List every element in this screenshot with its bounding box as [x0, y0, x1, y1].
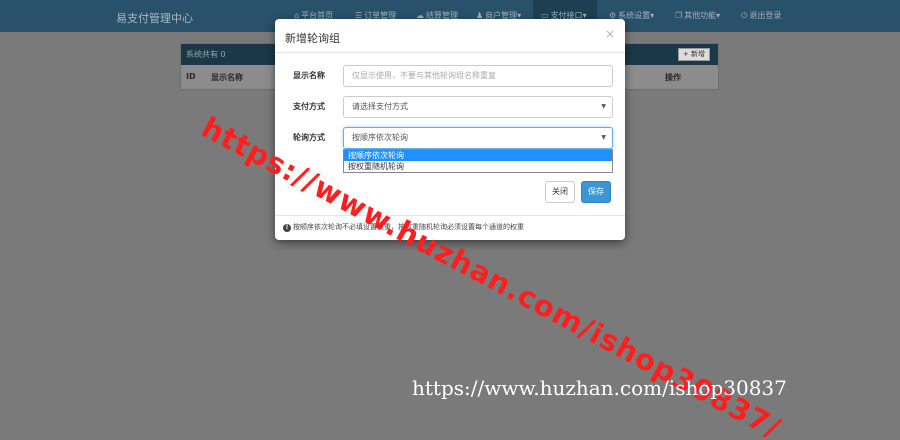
mode-option-weighted[interactable]: 按权重随机轮询 [344, 161, 612, 172]
record-count: 系统共有 0 [186, 50, 226, 59]
brand-title[interactable]: 易支付管理中心 [116, 10, 193, 26]
chevron-down-icon: ▾ [716, 11, 721, 20]
nav-item-label: 退出登录 [749, 11, 782, 20]
nav-item-logout[interactable]: ⏻ 退出登录 [741, 0, 781, 32]
bottom-watermark: https://www.huzhan.com/ishop30837 [412, 376, 787, 400]
box-icon: ❒ [675, 11, 683, 20]
caret-down-icon: ▼ [601, 134, 606, 141]
modal-footer-divider [275, 215, 625, 216]
column-id: ID [186, 72, 196, 81]
modal-header-divider [275, 52, 625, 53]
mode-option-sequential[interactable]: 按顺序依次轮询 [344, 150, 612, 161]
close-icon[interactable]: × [605, 27, 615, 41]
paytype-label: 支付方式 [293, 102, 325, 111]
power-icon: ⏻ [741, 11, 748, 20]
paytype-value: 请选择支付方式 [352, 102, 408, 111]
mode-label: 轮询方式 [293, 133, 325, 142]
mode-value: 按顺序依次轮询 [352, 133, 408, 142]
mode-select[interactable]: 按顺序依次轮询 ▼ [343, 127, 613, 149]
info-icon: ! [283, 224, 291, 232]
name-label: 显示名称 [293, 71, 325, 80]
name-input[interactable]: 仅显示使用，不要与其他轮询组名称重复 [343, 65, 613, 87]
caret-down-icon: ▼ [601, 103, 606, 110]
paytype-select[interactable]: 请选择支付方式 ▼ [343, 96, 613, 118]
column-action: 操作 [665, 73, 681, 82]
add-button[interactable]: + 新增 [677, 48, 710, 61]
modal-title: 新增轮询组 [285, 32, 340, 45]
chevron-down-icon: ▾ [650, 11, 655, 20]
mode-dropdown-list: 按顺序依次轮询 按权重随机轮询 [343, 149, 613, 173]
nav-item-label: 其他功能 [684, 11, 717, 20]
close-button[interactable]: 关闭 [545, 181, 575, 203]
save-button[interactable]: 保存 [581, 181, 611, 203]
nav-item-other[interactable]: ❒ 其他功能 ▾ [675, 0, 722, 32]
column-name: 显示名称 [211, 73, 243, 82]
